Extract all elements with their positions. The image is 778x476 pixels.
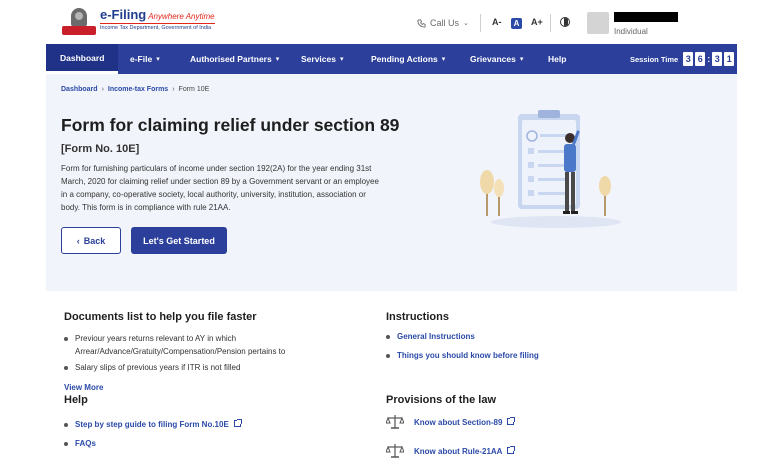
session-label: Session Time	[630, 54, 679, 64]
external-link-icon	[233, 419, 242, 427]
instructions-link-things-to-know[interactable]: Things you should know before filing	[386, 349, 539, 362]
get-started-button[interactable]: Let's Get Started	[131, 227, 227, 254]
breadcrumb-income-tax-forms[interactable]: Income-tax Forms	[108, 86, 168, 93]
breadcrumb-separator: ›	[172, 86, 175, 93]
help-link-faqs[interactable]: FAQs	[64, 437, 96, 450]
form-clipboard-illustration	[480, 110, 621, 228]
font-increase-button[interactable]: A+	[531, 17, 543, 27]
chevron-down-icon: ▾	[275, 56, 280, 63]
font-decrease-button[interactable]: A-	[492, 17, 502, 27]
efiling-logo[interactable]: e-Filing Anywhere Anytime Income Tax Depa…	[62, 8, 215, 36]
provisions-title: Provisions of the law	[386, 394, 497, 406]
nav-services[interactable]: Services ▾	[301, 44, 344, 74]
nav-efile[interactable]: e-File ▾	[130, 44, 160, 74]
header-divider	[550, 14, 551, 32]
chevron-down-icon: ▾	[156, 56, 160, 63]
breadcrumb-current: Form 10E	[178, 86, 210, 93]
hero-section: Dashboard › Income-tax Forms › Form 10E …	[46, 74, 737, 291]
form-description: Form for furnishing particulars of incom…	[61, 164, 379, 212]
instructions-title: Instructions	[386, 311, 449, 323]
page-title: Form for claiming relief under section 8…	[61, 115, 400, 135]
main-nav: Dashboard e-File ▾ Authorised Partners ▾ S…	[46, 44, 737, 74]
breadcrumb-dashboard[interactable]: Dashboard	[61, 86, 98, 93]
avatar[interactable]	[587, 12, 609, 34]
provision-link-rule-21aa[interactable]: Know about Rule-21AA	[414, 445, 516, 458]
logo-title: e-Filing	[100, 7, 147, 22]
scale-icon	[386, 444, 404, 458]
document-item: Previour years returns relevant to AY in…	[64, 332, 335, 358]
session-digit: 1	[724, 52, 735, 66]
user-role: Individual	[614, 27, 648, 36]
provision-link-section-89[interactable]: Know about Section-89	[414, 416, 516, 429]
session-digit: 3	[712, 52, 723, 66]
session-timer: Session Time 3 6 : 3 1	[630, 44, 735, 74]
logo-subtitle: Income Tax Department, Government of Ind…	[100, 23, 215, 32]
emblem-icon	[62, 8, 96, 36]
documents-title: Documents list to help you file faster	[64, 311, 257, 323]
view-more-link[interactable]: View More	[64, 383, 103, 392]
breadcrumb-separator: ›	[101, 86, 104, 93]
top-header: e-Filing Anywhere Anytime Income Tax Depa…	[0, 0, 778, 44]
nav-dashboard[interactable]: Dashboard	[46, 44, 119, 74]
scale-icon	[386, 415, 404, 429]
nav-pending-actions[interactable]: Pending Actions ▾	[371, 44, 445, 74]
chevron-down-icon: ▾	[519, 56, 524, 63]
session-digit: 6	[695, 52, 706, 66]
external-link-icon	[507, 446, 516, 454]
external-link-icon	[507, 417, 516, 425]
font-normal-button[interactable]: A	[511, 18, 522, 29]
document-item: Salary slips of previous years if ITR is…	[64, 361, 335, 374]
header-divider	[480, 14, 481, 32]
form-number: [Form No. 10E]	[61, 143, 140, 155]
chevron-down-icon: ▾	[339, 56, 344, 63]
phone-icon	[417, 18, 426, 28]
nav-authorised-partners[interactable]: Authorised Partners ▾	[190, 44, 279, 74]
chevron-down-icon: ⌄	[463, 20, 469, 27]
redacted-username	[614, 12, 678, 22]
contrast-icon[interactable]	[560, 17, 570, 27]
help-title: Help	[64, 394, 88, 406]
back-button[interactable]: ‹ Back	[61, 227, 121, 254]
nav-help[interactable]: Help	[548, 44, 566, 74]
chevron-left-icon: ‹	[76, 235, 80, 246]
chevron-down-icon: ▾	[441, 56, 446, 63]
help-link-guide[interactable]: Step by step guide to filing Form No.10E	[64, 418, 242, 431]
session-colon: :	[707, 54, 711, 64]
session-digit: 3	[683, 52, 694, 66]
breadcrumb: Dashboard › Income-tax Forms › Form 10E	[61, 86, 209, 93]
call-us-label: Call Us	[430, 18, 460, 28]
call-us-dropdown[interactable]: Call Us ⌄	[417, 18, 469, 28]
nav-grievances[interactable]: Grievances ▾	[470, 44, 523, 74]
instructions-link-general[interactable]: General Instructions	[386, 330, 475, 343]
logo-tagline: Anywhere Anytime	[148, 12, 215, 21]
